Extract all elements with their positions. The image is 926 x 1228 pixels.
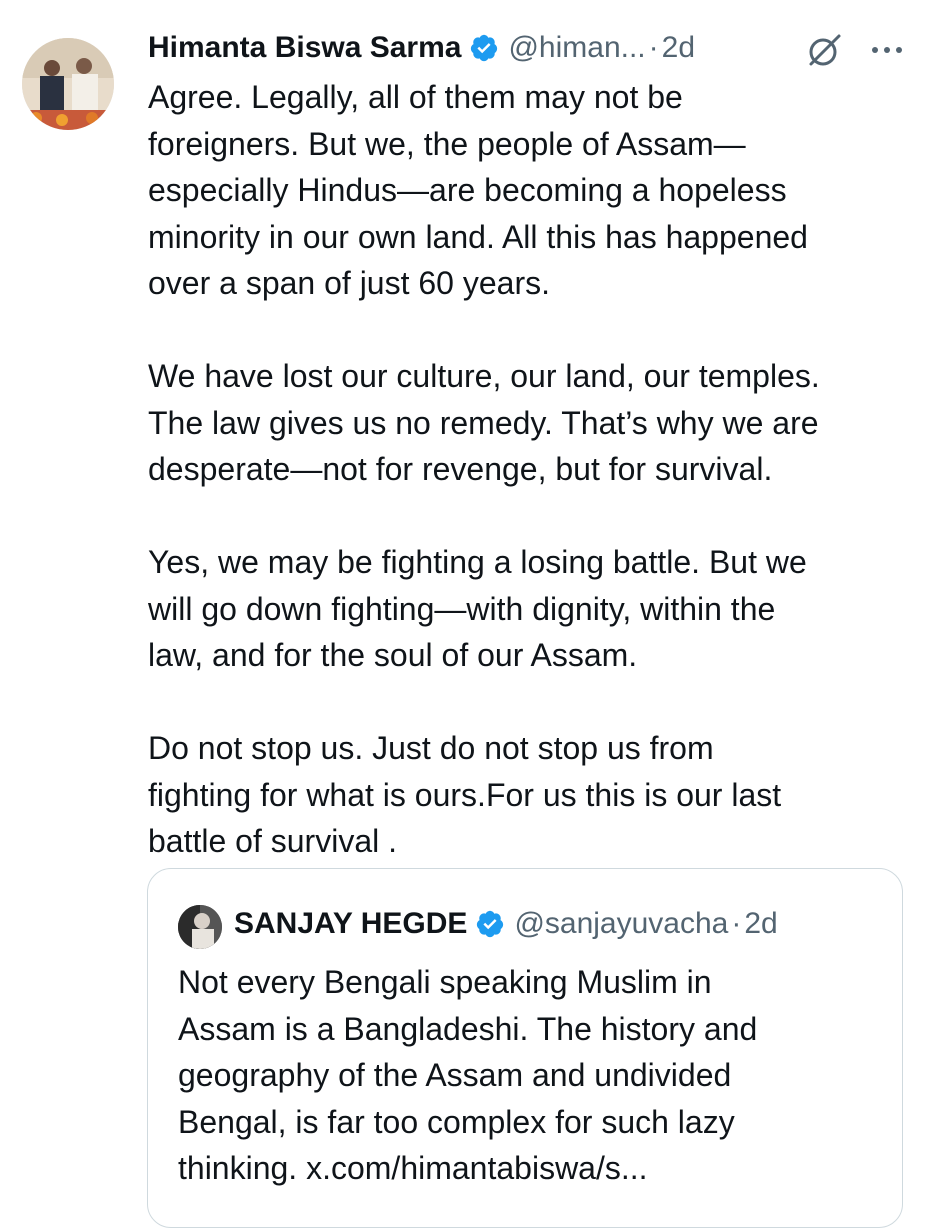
quoted-author-name: SANJAY HEGDE [234,907,468,940]
quoted-tweet-text: Not every Bengali speaking Muslim in Ass… [178,959,878,1192]
quoted-tweet-line: Assam is a Bangladeshi. The history and [178,1010,758,1047]
author-name[interactable]: Himanta Biswa Sarma [148,31,461,65]
tweet-line: especially Hindus—are becoming a hopeles… [148,172,787,208]
tweet-line: We have lost our culture, our land, our … [148,358,820,394]
tweet-line: The law gives us no remedy. That’s why w… [148,404,819,441]
tweet-line: law, and for the soul of our Assam. [148,637,638,673]
tweet-line: over a span of just 60 years. [148,265,550,301]
quoted-author-handle: @sanjayuvacha [514,907,729,940]
quoted-tweet-line: Not every Bengali speaking Muslim in [178,964,712,1000]
tweet-line: Agree. Legally, all of them may not be [148,79,683,115]
tweet-line: Yes, we may be fighting a losing battle.… [148,544,807,580]
tweet-line: Do not stop us. Just do not stop us from [148,730,714,766]
paragraph-break [148,679,908,726]
tweet-timestamp[interactable]: 2d [662,31,695,65]
separator-dot: · [648,31,659,64]
tweet-line: foreigners. But we, the people of Assam— [148,125,746,162]
paragraph-break [148,307,908,354]
tweet-line: battle of survival . [148,823,397,859]
tweet-text: Agree. Legally, all of them may not be f… [148,74,908,865]
verified-badge-icon [469,33,499,63]
quoted-author-avatar [178,905,222,949]
quoted-tweet-line: geography of the Assam and undivided [178,1057,732,1093]
separator-dot: · [731,907,742,940]
quoted-tweet-header: SANJAY HEGDE @sanjayuvacha · 2d [234,901,778,947]
tweet-line: fighting for what is ours.For us this is… [148,776,782,813]
quoted-tweet-line: Bengal, is far too complex for such lazy [178,1103,735,1140]
quoted-tweet-line: thinking. x.com/himantabiswa/s... [178,1150,648,1186]
author-handle[interactable]: @himan... [508,31,645,65]
tweet-line: will go down fighting—with dignity, with… [148,590,776,627]
verified-badge-icon [475,909,505,939]
quoted-tweet-timestamp: 2d [744,907,778,940]
tweet-line: minority in our own land. All this has h… [148,218,808,255]
paragraph-break [148,493,908,540]
more-icon[interactable] [865,32,909,68]
tweet-header: Himanta Biswa Sarma @himan... · 2d [148,26,918,70]
quoted-tweet-card[interactable]: SANJAY HEGDE @sanjayuvacha · 2d Not ever… [147,868,903,1228]
grok-icon[interactable] [805,30,845,70]
tweet-line: desperate—not for revenge, but for survi… [148,451,773,487]
author-avatar[interactable] [22,38,114,130]
